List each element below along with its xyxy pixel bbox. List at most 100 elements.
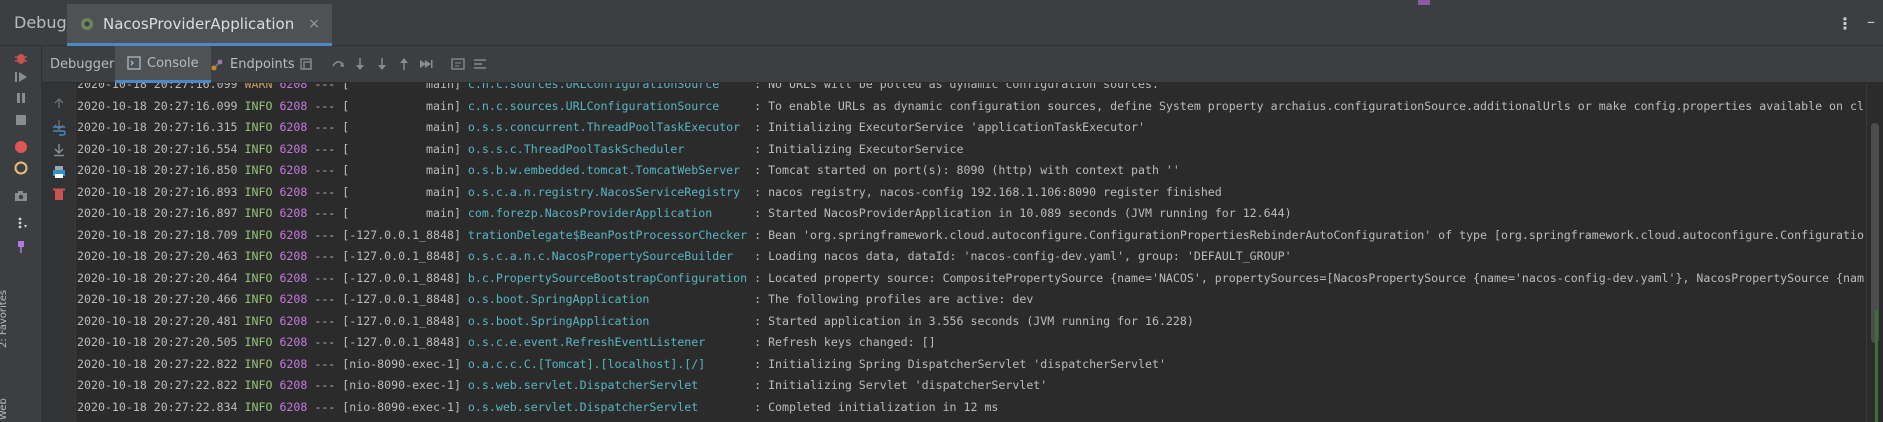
step-over-icon[interactable]	[330, 56, 346, 72]
log-separator: ---	[307, 98, 343, 113]
log-space	[461, 271, 468, 285]
log-space	[238, 249, 245, 263]
breakpoint-icon[interactable]	[13, 139, 29, 155]
window-marker	[1418, 0, 1430, 5]
trace-icon[interactable]	[472, 56, 488, 72]
log-line: 2020-10-18 20:27:20.505 INFO 6208 --- [-…	[77, 332, 936, 352]
web-sidetab[interactable]: Web	[0, 390, 9, 420]
log-timestamp: 2020-10-18 20:27:22.822	[77, 378, 238, 392]
log-logger: o.a.c.c.C.[Tomcat].[localhost].[/]	[467, 356, 748, 371]
up-arrow-icon[interactable]	[51, 95, 67, 111]
log-separator: ---	[307, 356, 343, 371]
log-separator: ---	[307, 83, 343, 91]
debug-toolbar: Debugger Console Endpoints	[42, 46, 1883, 83]
log-level: INFO	[244, 356, 273, 371]
log-space	[238, 142, 245, 156]
log-space	[461, 400, 468, 414]
favorites-sidetab[interactable]: 2: Favorites	[0, 278, 9, 348]
minimize-icon[interactable]: –	[1867, 12, 1875, 31]
log-pid: 6208	[279, 98, 308, 113]
log-space	[461, 120, 468, 134]
log-thread: [ main]	[342, 83, 461, 91]
log-level: INFO	[244, 313, 273, 328]
log-line: 2020-10-18 20:27:16.850 INFO 6208 --- [ …	[77, 160, 1180, 180]
resume-icon[interactable]	[13, 69, 29, 85]
console-icon	[127, 56, 141, 70]
tab-console-label: Console	[147, 55, 199, 71]
log-timestamp: 2020-10-18 20:27:22.822	[77, 356, 238, 371]
log-space	[461, 206, 468, 220]
step-into-icon[interactable]	[352, 56, 368, 72]
log-space	[238, 357, 245, 371]
log-separator: ---	[307, 206, 343, 220]
log-message: : Started NacosProviderApplication in 10…	[747, 206, 1292, 220]
log-thread: [ main]	[342, 206, 461, 220]
soft-wrap-icon-2[interactable]	[51, 123, 67, 139]
log-space	[238, 314, 245, 328]
log-space	[238, 378, 245, 392]
tab-debugger-label: Debugger	[50, 57, 115, 72]
log-timestamp: 2020-10-18 20:27:18.709	[77, 227, 238, 242]
log-logger: o.s.c.a.n.registry.NacosServiceRegistry	[467, 184, 748, 199]
log-pid: 6208	[279, 399, 308, 414]
camera-icon[interactable]	[13, 188, 29, 204]
log-space	[461, 99, 468, 113]
log-timestamp: 2020-10-18 20:27:16.893	[77, 184, 238, 199]
close-icon[interactable]: ×	[308, 16, 320, 32]
force-step-into-icon[interactable]	[374, 56, 390, 72]
evaluate-icon[interactable]	[450, 56, 466, 72]
log-thread: [ main]	[342, 141, 461, 156]
log-message: : Tomcat started on port(s): 8090 (http)…	[747, 163, 1180, 177]
bug-icon[interactable]	[13, 50, 29, 66]
log-timestamp: 2020-10-18 20:27:20.464	[77, 270, 238, 285]
pin-icon[interactable]	[13, 239, 29, 255]
log-thread: [ main]	[342, 120, 461, 134]
log-space	[461, 83, 468, 91]
log-thread: [ main]	[342, 163, 461, 177]
print-icon[interactable]	[51, 164, 67, 180]
log-pid: 6208	[279, 120, 308, 134]
tab-endpoints[interactable]: Endpoints	[210, 46, 295, 83]
log-level: INFO	[244, 184, 273, 199]
log-level: INFO	[244, 335, 273, 349]
pause-icon[interactable]	[13, 90, 29, 106]
log-line: 2020-10-18 20:27:22.822 INFO 6208 --- [n…	[77, 375, 1047, 395]
more-icon[interactable]	[13, 215, 29, 231]
log-timestamp: 2020-10-18 20:27:16.315	[77, 120, 238, 134]
debug-title: Debug:	[14, 13, 73, 32]
log-line: 2020-10-18 20:27:16.315 INFO 6208 --- [ …	[77, 117, 1145, 137]
log-message: : Started application in 3.556 seconds (…	[747, 313, 1194, 328]
log-message: : Loading nacos data, dataId: 'nacos-con…	[747, 249, 1292, 263]
restore-layout-icon[interactable]	[298, 56, 314, 72]
log-logger: o.s.c.a.n.c.NacosPropertySourceBuilder	[467, 249, 748, 263]
options-menu-icon[interactable]: ⋮	[1837, 14, 1853, 33]
mute-breakpoints-icon[interactable]	[13, 160, 29, 176]
tab-console[interactable]: Console	[115, 46, 211, 83]
log-logger: o.s.boot.SpringApplication	[467, 292, 748, 306]
log-logger: o.s.b.w.embedded.tomcat.TomcatWebServer	[467, 163, 748, 177]
log-separator: ---	[307, 399, 343, 414]
log-timestamp: 2020-10-18 20:27:16.897	[77, 206, 238, 220]
log-space	[238, 400, 245, 414]
log-thread: [-127.0.0.1_8848]	[342, 270, 461, 285]
stop-icon[interactable]	[13, 112, 29, 128]
log-timestamp: 2020-10-18 20:27:20.463	[77, 249, 238, 263]
log-message: : Initializing ExecutorService	[747, 141, 964, 156]
log-pid: 6208	[279, 270, 308, 285]
log-line: 2020-10-18 20:27:20.481 INFO 6208 --- [-…	[77, 311, 1194, 331]
console-output[interactable]: 2020-10-18 20:27:16.099 WARN 6208 --- [ …	[76, 83, 1866, 422]
tab-debugger[interactable]: Debugger	[50, 46, 114, 83]
log-space	[238, 206, 245, 220]
scroll-end-icon[interactable]	[51, 142, 67, 158]
clear-icon[interactable]	[51, 186, 67, 202]
log-message: : No URLs will be polled as dynamic conf…	[747, 83, 1159, 91]
log-thread: [-127.0.0.1_8848]	[342, 249, 461, 263]
console-gutter	[42, 83, 76, 422]
log-space	[461, 228, 468, 242]
run-config-tab[interactable]: NacosProviderApplication ×	[67, 4, 332, 46]
log-level: INFO	[244, 227, 273, 242]
log-thread: [nio-8090-exec-1]	[342, 399, 461, 414]
step-out-icon[interactable]	[396, 56, 412, 72]
run-to-cursor-icon[interactable]	[418, 56, 434, 72]
log-message: : Initializing ExecutorService 'applicat…	[747, 120, 1145, 134]
